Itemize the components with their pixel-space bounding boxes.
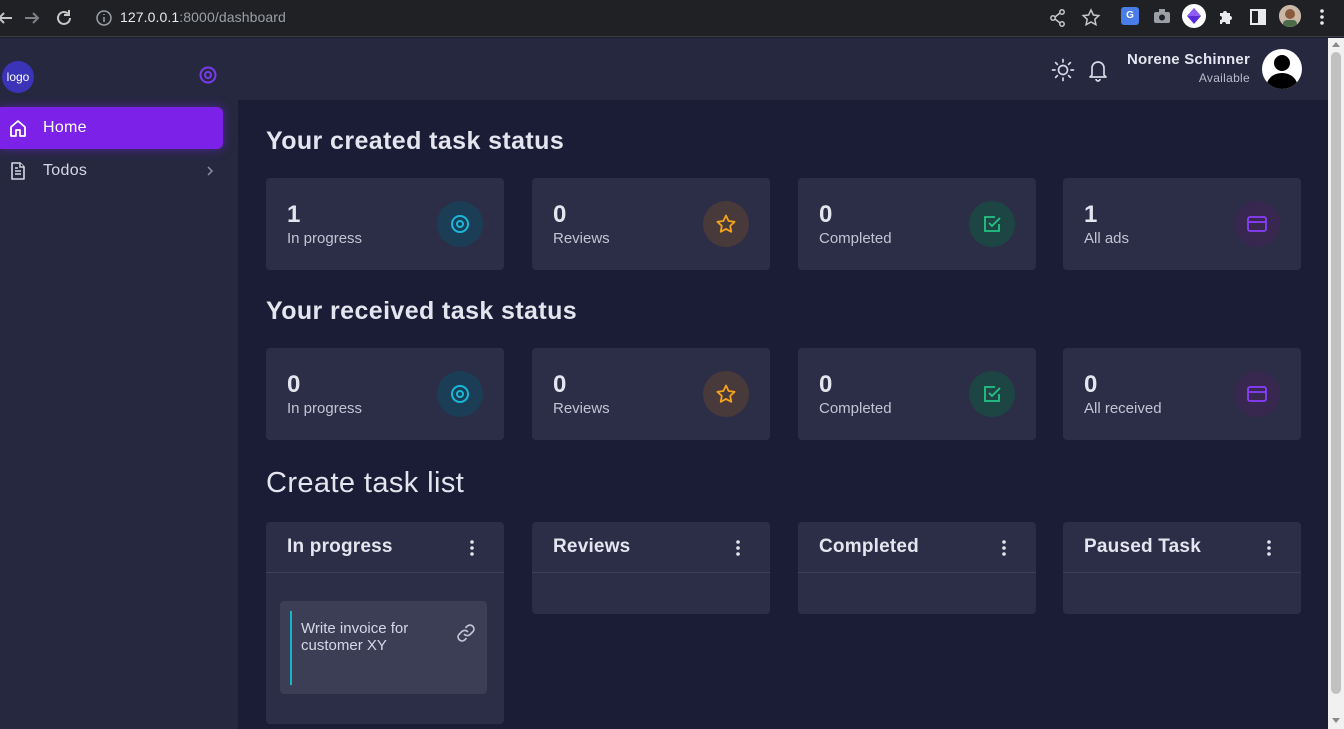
target-icon [437, 201, 483, 247]
check-square-icon [969, 201, 1015, 247]
back-icon[interactable] [0, 7, 16, 29]
task-column-title: In progress [287, 536, 393, 557]
stat-value: 0 [819, 201, 833, 228]
task-column-title: Paused Task [1084, 536, 1201, 557]
sidebar-item-home[interactable]: Home [0, 107, 223, 149]
stat-label: In progress [287, 230, 363, 247]
stat-label: Completed [819, 230, 892, 247]
stat-value: 1 [1084, 201, 1098, 228]
sidebar: logo Home Todos [0, 38, 238, 729]
header: Norene Schinner Available [238, 38, 1328, 100]
browser-toolbar: 127.0.0.1:8000/dashboard G [0, 0, 1344, 37]
task-column-header: Paused Task [1063, 522, 1301, 573]
notification-bell-icon[interactable] [1087, 58, 1109, 82]
stat-label: All received [1084, 400, 1162, 417]
stat-card-created-completed[interactable]: 0 Completed [798, 178, 1036, 270]
task-column-paused: Paused Task [1063, 522, 1301, 614]
document-icon [8, 161, 28, 181]
browser-menu-icon[interactable] [1314, 6, 1330, 28]
scroll-down-arrow-icon[interactable] [1332, 718, 1340, 723]
avatar[interactable] [1262, 49, 1302, 89]
url-host: 127.0.0.1 [120, 9, 180, 25]
logo[interactable]: logo [2, 61, 34, 93]
stat-card-created-in-progress[interactable]: 1 In progress [266, 178, 504, 270]
sidebar-item-label: Todos [43, 162, 88, 179]
task-column-in-progress: In progress Write invoice for customer X… [266, 522, 504, 724]
stat-card-created-reviews[interactable]: 0 Reviews [532, 178, 770, 270]
sidebar-item-label: Home [43, 119, 87, 136]
url-path: :8000/dashboard [179, 9, 286, 25]
sidebar-item-todos[interactable]: Todos [0, 150, 223, 192]
stat-value: 0 [287, 371, 301, 398]
share-icon[interactable] [1047, 7, 1069, 29]
stat-label: All ads [1084, 230, 1130, 247]
address-bar[interactable]: 127.0.0.1:8000/dashboard [120, 9, 286, 25]
task-text: Write invoice for customer XY [301, 620, 409, 654]
stat-card-received-reviews[interactable]: 0 Reviews [532, 348, 770, 440]
task-column-header: Reviews [532, 522, 770, 573]
user-name: Norene Schinner [1126, 51, 1250, 68]
star-icon [703, 201, 749, 247]
reload-icon[interactable] [53, 7, 75, 29]
stat-card-created-all-ads[interactable]: 1 All ads [1063, 178, 1301, 270]
stat-label: Reviews [553, 400, 610, 417]
stat-value: 0 [553, 201, 567, 228]
task-column-reviews: Reviews [532, 522, 770, 614]
forward-icon[interactable] [21, 7, 43, 29]
task-accent-bar [290, 611, 292, 685]
star-icon [703, 371, 749, 417]
card-icon [1234, 371, 1280, 417]
stat-card-received-all[interactable]: 0 All received [1063, 348, 1301, 440]
task-column-header: In progress [266, 522, 504, 573]
link-icon[interactable] [455, 622, 477, 644]
stat-card-received-in-progress[interactable]: 0 In progress [266, 348, 504, 440]
gem-extension-icon[interactable] [1182, 4, 1206, 28]
more-vertical-icon[interactable] [996, 537, 1012, 559]
task-list-title: Create task list [266, 467, 465, 499]
stat-value: 0 [553, 371, 567, 398]
stat-value: 1 [287, 201, 301, 228]
extensions-puzzle-icon[interactable] [1216, 7, 1236, 27]
user-status: Available [1198, 71, 1250, 85]
theme-toggle-sun-icon[interactable] [1051, 58, 1075, 82]
more-vertical-icon[interactable] [1261, 537, 1277, 559]
page-scrollbar[interactable] [1328, 38, 1344, 729]
scroll-up-arrow-icon[interactable] [1332, 42, 1340, 47]
home-icon [8, 118, 28, 138]
chevron-right-icon [204, 164, 216, 178]
camera-extension-icon[interactable] [1153, 8, 1171, 24]
task-column-title: Completed [819, 536, 919, 557]
sidebar-toggle-icon[interactable] [198, 65, 218, 85]
more-vertical-icon[interactable] [464, 537, 480, 559]
stat-card-received-completed[interactable]: 0 Completed [798, 348, 1036, 440]
check-square-icon [969, 371, 1015, 417]
translate-extension-icon[interactable]: G [1121, 7, 1139, 25]
stat-value: 0 [1084, 371, 1098, 398]
more-vertical-icon[interactable] [730, 537, 746, 559]
profile-avatar[interactable] [1279, 5, 1301, 27]
stat-label: In progress [287, 400, 363, 417]
created-status-title: Your created task status [266, 127, 565, 155]
target-icon [437, 371, 483, 417]
site-info-icon[interactable] [94, 8, 114, 28]
received-status-title: Your received task status [266, 297, 578, 325]
task-card[interactable]: Write invoice for customer XY [280, 601, 487, 694]
stat-label: Reviews [553, 230, 610, 247]
stat-value: 0 [819, 371, 833, 398]
bookmark-star-icon[interactable] [1080, 7, 1102, 29]
card-icon [1234, 201, 1280, 247]
stat-label: Completed [819, 400, 892, 417]
task-column-header: Completed [798, 522, 1036, 573]
side-panel-icon[interactable] [1249, 8, 1267, 26]
task-column-completed: Completed [798, 522, 1036, 614]
task-column-title: Reviews [553, 536, 631, 557]
scrollbar-thumb[interactable] [1331, 52, 1341, 694]
